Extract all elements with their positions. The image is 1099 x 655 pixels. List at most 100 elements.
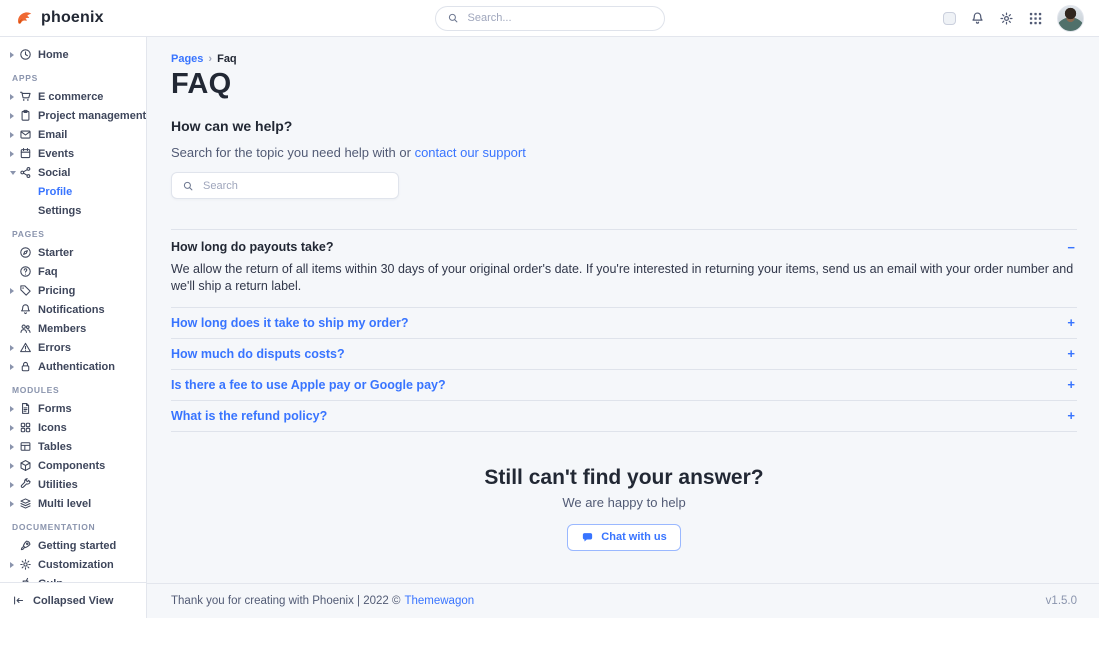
faq-item: What is the refund policy? + bbox=[171, 401, 1077, 432]
phoenix-logo[interactable]: phoenix bbox=[15, 8, 104, 28]
phoenix-logo-icon bbox=[15, 8, 35, 28]
sidebar-item-ecommerce[interactable]: E commerce bbox=[10, 87, 140, 106]
contact-support-link[interactable]: contact our support bbox=[415, 145, 526, 160]
faq-question-header[interactable]: What is the refund policy? + bbox=[171, 401, 1077, 431]
faq-question: Is there a fee to use Apple pay or Googl… bbox=[171, 378, 446, 392]
sidebar-item-label: Components bbox=[38, 460, 105, 472]
expand-plus-icon[interactable]: + bbox=[1067, 409, 1077, 422]
sidebar-item-multi-level[interactable]: Multi level bbox=[10, 494, 140, 513]
theme-toggle[interactable] bbox=[943, 12, 956, 25]
main-content: Pages › Faq FAQ How can we help? Search … bbox=[147, 37, 1099, 618]
top-navbar: phoenix bbox=[0, 0, 1099, 37]
sidebar-item-settings[interactable]: Settings bbox=[10, 201, 140, 220]
clock-icon bbox=[19, 48, 32, 61]
sidebar-item-label: Icons bbox=[38, 422, 67, 434]
file-icon bbox=[19, 402, 32, 415]
help-intro-text: Search for the topic you need help with … bbox=[171, 145, 411, 160]
sidebar-item-errors[interactable]: Errors bbox=[10, 338, 140, 357]
chevron-right-icon bbox=[10, 444, 19, 450]
sidebar-item-social[interactable]: Social bbox=[10, 163, 140, 182]
faq-question-header[interactable]: How long does it take to ship my order? … bbox=[171, 308, 1077, 338]
themewagon-link[interactable]: Themewagon bbox=[404, 595, 474, 607]
navbar-actions bbox=[943, 5, 1084, 32]
chevron-right-icon bbox=[10, 132, 19, 138]
box-icon bbox=[19, 459, 32, 472]
sidebar-item-project-management[interactable]: Project management bbox=[10, 106, 140, 125]
breadcrumb-current: Faq bbox=[217, 53, 237, 65]
search-icon bbox=[182, 180, 194, 192]
chevron-right-icon bbox=[10, 345, 19, 351]
faq-search bbox=[171, 172, 399, 199]
sidebar-item-notifications[interactable]: Notifications bbox=[10, 300, 140, 319]
avatar[interactable] bbox=[1057, 5, 1084, 32]
sidebar-item-starter[interactable]: Starter bbox=[10, 243, 140, 262]
sidebar-nav: Home APPS E commerce Project management … bbox=[0, 37, 146, 582]
sidebar-item-label: Utilities bbox=[38, 479, 78, 491]
sidebar-item-authentication[interactable]: Authentication bbox=[10, 357, 140, 376]
chat-with-us-button[interactable]: Chat with us bbox=[567, 524, 680, 551]
chat-bubble-icon bbox=[581, 531, 594, 544]
share-icon bbox=[19, 166, 32, 179]
faq-accordion: How long do payouts take? − We allow the… bbox=[171, 229, 1077, 432]
expand-plus-icon[interactable]: + bbox=[1067, 347, 1077, 360]
rocket-icon bbox=[19, 539, 32, 552]
grid-icon bbox=[19, 421, 32, 434]
cta-subtitle: We are happy to help bbox=[171, 495, 1077, 510]
collapse-minus-icon[interactable]: − bbox=[1067, 241, 1077, 254]
sidebar-item-faq[interactable]: Faq bbox=[10, 262, 140, 281]
table-icon bbox=[19, 440, 32, 453]
global-search bbox=[435, 6, 665, 31]
collapsed-view-toggle[interactable]: Collapsed View bbox=[0, 582, 146, 618]
sidebar-item-label: Customization bbox=[38, 559, 114, 571]
faq-question: What is the refund policy? bbox=[171, 409, 327, 423]
chevron-down-icon bbox=[10, 171, 19, 175]
chevron-right-icon bbox=[10, 463, 19, 469]
sidebar-item-gulp[interactable]: Gulp bbox=[10, 574, 140, 582]
chevron-right-icon bbox=[10, 406, 19, 412]
sidebar-item-icons[interactable]: Icons bbox=[10, 418, 140, 437]
expand-plus-icon[interactable]: + bbox=[1067, 316, 1077, 329]
envelope-icon bbox=[19, 128, 32, 141]
page-title: FAQ bbox=[171, 68, 1077, 101]
faq-search-input[interactable] bbox=[201, 179, 388, 193]
app-grid-icon[interactable] bbox=[1028, 11, 1043, 26]
cta-title: Still can't find your answer? bbox=[171, 466, 1077, 490]
breadcrumb-separator: › bbox=[208, 53, 212, 65]
faq-item: How long does it take to ship my order? … bbox=[171, 308, 1077, 339]
sidebar-item-pricing[interactable]: Pricing bbox=[10, 281, 140, 300]
bell-icon[interactable] bbox=[970, 11, 985, 26]
sidebar-item-components[interactable]: Components bbox=[10, 456, 140, 475]
sidebar-item-customization[interactable]: Customization bbox=[10, 555, 140, 574]
sidebar-item-forms[interactable]: Forms bbox=[10, 399, 140, 418]
sidebar-item-email[interactable]: Email bbox=[10, 125, 140, 144]
gear-icon[interactable] bbox=[999, 11, 1014, 26]
sidebar-item-label: Forms bbox=[38, 403, 72, 415]
question-circle-icon bbox=[19, 265, 32, 278]
global-search-input[interactable] bbox=[466, 11, 653, 25]
sidebar-item-getting-started[interactable]: Getting started bbox=[10, 536, 140, 555]
sidebar-item-members[interactable]: Members bbox=[10, 319, 140, 338]
sidebar-item-label: Pricing bbox=[38, 285, 75, 297]
breadcrumb-pages-link[interactable]: Pages bbox=[171, 53, 203, 65]
sidebar-item-tables[interactable]: Tables bbox=[10, 437, 140, 456]
sidebar: Home APPS E commerce Project management … bbox=[0, 37, 147, 618]
expand-plus-icon[interactable]: + bbox=[1067, 378, 1077, 391]
faq-question-header[interactable]: How much do disputs costs? + bbox=[171, 339, 1077, 369]
faq-item: How much do disputs costs? + bbox=[171, 339, 1077, 370]
users-icon bbox=[19, 322, 32, 335]
sidebar-item-label: Multi level bbox=[38, 498, 91, 510]
sidebar-item-profile[interactable]: Profile bbox=[10, 182, 140, 201]
sidebar-section-documentation: DOCUMENTATION bbox=[12, 522, 140, 532]
sidebar-item-label: Events bbox=[38, 148, 74, 160]
collapse-icon bbox=[12, 594, 25, 607]
sidebar-item-label: E commerce bbox=[38, 91, 103, 103]
cart-icon bbox=[19, 90, 32, 103]
faq-question-header[interactable]: Is there a fee to use Apple pay or Googl… bbox=[171, 370, 1077, 400]
faq-item: How long do payouts take? − We allow the… bbox=[171, 230, 1077, 308]
sidebar-item-label: Starter bbox=[38, 247, 73, 259]
chevron-right-icon bbox=[10, 151, 19, 157]
sidebar-item-utilities[interactable]: Utilities bbox=[10, 475, 140, 494]
sidebar-item-events[interactable]: Events bbox=[10, 144, 140, 163]
sidebar-item-home[interactable]: Home bbox=[10, 45, 140, 64]
faq-question-header[interactable]: How long do payouts take? − bbox=[171, 240, 1077, 254]
